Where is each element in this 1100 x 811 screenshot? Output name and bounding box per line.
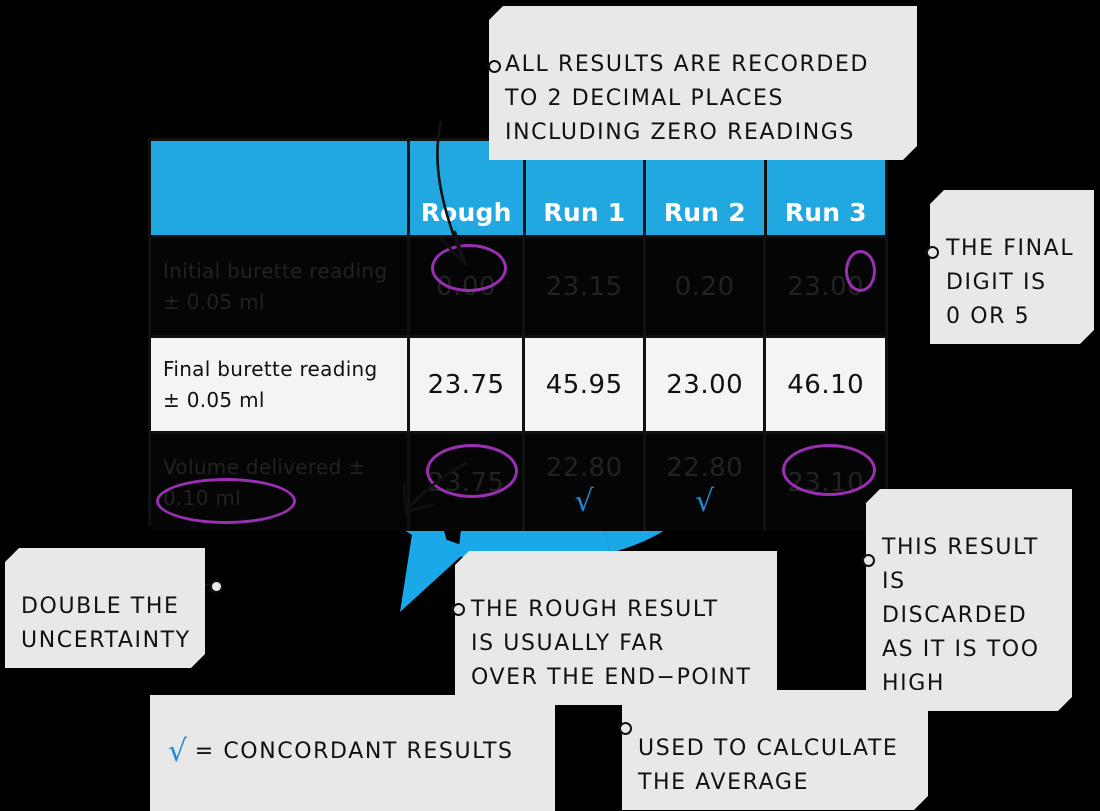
- row-label-final-reading: Final burette reading ± 0.05 ml: [163, 356, 378, 412]
- callout-connector-knob: [862, 554, 875, 567]
- callout-connector-knob: [488, 60, 501, 73]
- value-text: 0.00: [436, 271, 497, 302]
- callout-text: ALL RESULTS ARE RECORDED TO 2 DECIMAL PL…: [505, 52, 869, 145]
- header-label-rough: Rough: [420, 198, 512, 227]
- cell-final-run1: 45.95: [522, 338, 643, 431]
- value-text: 23.10: [787, 467, 865, 498]
- cell-final-run3: 46.10: [763, 338, 885, 431]
- row-label-initial-reading: Initial burette reading ± 0.05 ml: [163, 258, 388, 314]
- table-row: Initial burette reading ± 0.05 ml 0.00 2…: [151, 235, 885, 335]
- header-cell-blank: [151, 141, 407, 235]
- row-label-volume-delivered: Volume delivered ± 0.10 ml: [163, 454, 366, 510]
- value-text: 22.80: [666, 452, 744, 483]
- value-text: 23.00: [666, 369, 744, 400]
- callout-text: THIS RESULT IS DISCARDED AS IT IS TOO HI…: [882, 535, 1040, 696]
- callout-connector-knob: [926, 246, 939, 259]
- cell-initial-rough: 0.00: [406, 238, 523, 335]
- value-text: 22.80: [545, 452, 623, 483]
- legend-text: = CONCORDANT RESULTS: [194, 739, 514, 764]
- concordant-tick-icon: √: [574, 483, 594, 519]
- callout-connector-knob: [452, 603, 465, 616]
- concordant-tick-icon: √: [695, 483, 715, 519]
- cell-volume-run1: 22.80 √: [522, 434, 643, 531]
- value-text: 0.20: [674, 271, 735, 302]
- callout-text: THE FINAL DIGIT IS 0 OR 5: [946, 236, 1075, 329]
- callout-double-uncertainty: DOUBLE THE UNCERTAINTY: [5, 548, 205, 668]
- value-text: 23.75: [427, 467, 505, 498]
- cell-final-run2: 23.00: [642, 338, 764, 431]
- callout-text: USED TO CALCULATE THE AVERAGE: [638, 736, 899, 795]
- table-row: Final burette reading ± 0.05 ml 23.75 45…: [151, 335, 885, 431]
- header-label-run1: Run 1: [543, 198, 626, 227]
- header-label-run2: Run 2: [663, 198, 746, 227]
- value-text: 23.75: [427, 369, 505, 400]
- callout-result-discarded: THIS RESULT IS DISCARDED AS IT IS TOO HI…: [866, 489, 1072, 711]
- row-label-cell: Final burette reading ± 0.05 ml: [151, 338, 407, 431]
- row-label-cell: Volume delivered ± 0.10 ml: [151, 434, 407, 531]
- value-text: 23.00: [787, 271, 865, 302]
- cell-initial-run2: 0.20: [642, 238, 764, 335]
- callout-connector-knob: [619, 722, 632, 735]
- callout-connector-knob: [210, 580, 223, 593]
- callout-recorded-to-2dp: ALL RESULTS ARE RECORDED TO 2 DECIMAL PL…: [489, 6, 917, 160]
- callout-text: DOUBLE THE UNCERTAINTY: [21, 594, 191, 653]
- titration-results-table: Rough Run 1 Run 2 Run 3 Initial burette …: [148, 138, 888, 531]
- header-label-run3: Run 3: [784, 198, 867, 227]
- callout-used-to-calculate-average: USED TO CALCULATE THE AVERAGE: [622, 690, 928, 810]
- cell-final-rough: 23.75: [406, 338, 523, 431]
- table-row: Volume delivered ± 0.10 ml 23.75 22.80 √…: [151, 431, 885, 531]
- value-text: 23.15: [545, 271, 623, 302]
- tick-icon: √: [168, 734, 189, 769]
- cell-initial-run1: 23.15: [522, 238, 643, 335]
- callout-text: THE ROUGH RESULT IS USUALLY FAR OVER THE…: [471, 597, 752, 690]
- legend-row: √ = CONCORDANT RESULTS: [168, 735, 541, 769]
- callout-final-digit: THE FINAL DIGIT IS 0 OR 5: [930, 190, 1094, 344]
- row-label-cell: Initial burette reading ± 0.05 ml: [151, 238, 407, 335]
- value-text: 45.95: [545, 369, 623, 400]
- diagram-canvas: Rough Run 1 Run 2 Run 3 Initial burette …: [0, 0, 1100, 811]
- value-text: 46.10: [787, 369, 865, 400]
- cell-initial-run3: 23.00: [763, 238, 885, 335]
- legend-concordant-results: √ = CONCORDANT RESULTS: [150, 695, 555, 811]
- callout-rough-result: THE ROUGH RESULT IS USUALLY FAR OVER THE…: [455, 551, 777, 705]
- cell-volume-run2: 22.80 √: [642, 434, 764, 531]
- cell-volume-rough: 23.75: [406, 434, 523, 531]
